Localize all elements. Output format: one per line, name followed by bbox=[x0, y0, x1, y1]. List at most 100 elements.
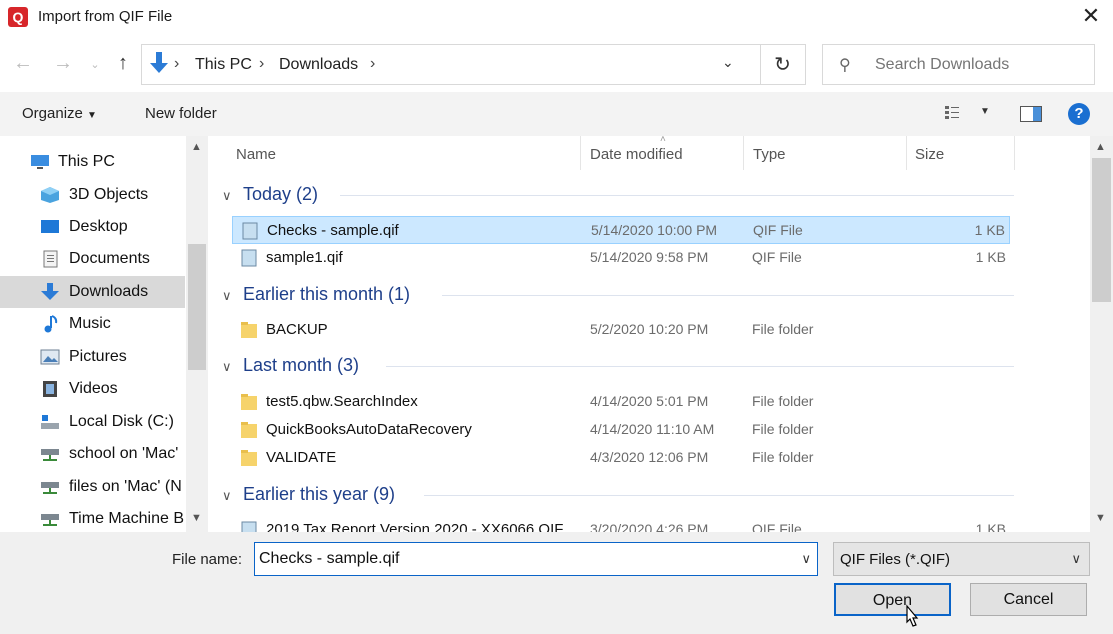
group-divider bbox=[340, 195, 1014, 196]
view-options-chevron-icon[interactable]: ▼ bbox=[980, 106, 990, 117]
sort-indicator-icon: ˄ bbox=[660, 136, 666, 145]
search-icon: ⚲ bbox=[839, 57, 851, 74]
sidebar-item-label: Local Disk (C:) bbox=[69, 413, 174, 430]
group-header-last-month[interactable]: Last month (3) bbox=[243, 355, 359, 376]
file-list: Name ˄ Date modified Type Size ∨ Today (… bbox=[208, 136, 1090, 532]
group-collapse-chevron-icon[interactable]: ∨ bbox=[222, 188, 232, 204]
change-view-icon[interactable] bbox=[944, 104, 970, 122]
file-size: 1 KB bbox=[974, 222, 1005, 238]
address-bar[interactable]: › This PC › Downloads › ⌄ bbox=[141, 44, 761, 85]
preview-pane-icon[interactable] bbox=[1020, 106, 1042, 122]
group-collapse-chevron-icon[interactable]: ∨ bbox=[222, 488, 232, 504]
file-row[interactable]: 2019 Tax Report Version 2020 - XX6066.QI… bbox=[232, 516, 1010, 532]
group-header-today[interactable]: Today (2) bbox=[243, 184, 318, 205]
forward-arrow-icon[interactable]: → bbox=[52, 52, 74, 75]
file-type: QIF File bbox=[753, 222, 803, 238]
sidebar-item-downloads[interactable]: Downloads bbox=[0, 276, 185, 308]
qif-file-icon bbox=[241, 249, 257, 267]
file-name-label: File name: bbox=[172, 551, 243, 568]
group-collapse-chevron-icon[interactable]: ∨ bbox=[222, 359, 232, 375]
address-dropdown-icon[interactable]: ⌄ bbox=[722, 54, 734, 71]
help-icon[interactable]: ? bbox=[1068, 103, 1090, 125]
sidebar-item-label: This PC bbox=[58, 153, 115, 170]
column-header-type[interactable]: Type bbox=[753, 146, 786, 163]
search-input[interactable] bbox=[875, 56, 1085, 74]
sidebar-item-local-disk[interactable]: Local Disk (C:) bbox=[0, 406, 185, 438]
file-row[interactable]: QuickBooksAutoDataRecovery 4/14/2020 11:… bbox=[232, 416, 1010, 444]
file-date: 3/20/2020 4:26 PM bbox=[590, 521, 709, 532]
group-header-earlier-this-month[interactable]: Earlier this month (1) bbox=[243, 284, 410, 305]
file-date: 4/3/2020 12:06 PM bbox=[590, 449, 709, 465]
column-divider[interactable] bbox=[580, 136, 581, 170]
sidebar-item-pictures[interactable]: Pictures bbox=[0, 341, 185, 373]
folder-icon bbox=[241, 394, 257, 410]
chevron-down-icon[interactable]: ∨ bbox=[801, 551, 811, 567]
recent-locations-chevron-icon[interactable]: ⌄ bbox=[84, 58, 106, 71]
sidebar-item-desktop[interactable]: Desktop bbox=[0, 211, 185, 243]
file-name: BACKUP bbox=[266, 321, 328, 338]
window-title: Import from QIF File bbox=[38, 8, 173, 25]
new-folder-button[interactable]: New folder bbox=[145, 105, 217, 122]
file-row[interactable]: sample1.qif 5/14/2020 9:58 PM QIF File 1… bbox=[232, 244, 1010, 272]
sidebar-item-time-machine[interactable]: Time Machine B bbox=[0, 503, 185, 532]
file-row[interactable]: BACKUP 5/2/2020 10:20 PM File folder bbox=[232, 316, 1010, 344]
breadcrumb-this-pc[interactable]: This PC bbox=[195, 56, 252, 74]
open-button[interactable]: Open bbox=[834, 583, 951, 616]
sidebar-item-videos[interactable]: Videos bbox=[0, 373, 185, 405]
up-arrow-icon[interactable]: ↑ bbox=[112, 52, 134, 75]
file-name: Checks - sample.qif bbox=[267, 222, 399, 239]
file-row[interactable]: VALIDATE 4/3/2020 12:06 PM File folder bbox=[232, 444, 1010, 472]
column-header-name[interactable]: Name bbox=[236, 146, 276, 163]
sidebar-item-label: Videos bbox=[69, 380, 118, 397]
group-header-earlier-this-year[interactable]: Earlier this year (9) bbox=[243, 484, 395, 505]
refresh-button[interactable]: ↻ bbox=[760, 44, 806, 85]
sidebar-item-label: Music bbox=[69, 315, 111, 332]
file-name: sample1.qif bbox=[266, 249, 343, 266]
column-divider[interactable] bbox=[743, 136, 744, 170]
column-divider[interactable] bbox=[1014, 136, 1015, 170]
group-divider bbox=[386, 366, 1014, 367]
quicken-app-icon: Q bbox=[8, 7, 28, 27]
breadcrumb-separator[interactable]: › bbox=[370, 55, 375, 73]
file-row[interactable]: test5.qbw.SearchIndex 4/14/2020 5:01 PM … bbox=[232, 388, 1010, 416]
file-type-select[interactable]: QIF Files (*.QIF) ∨ bbox=[833, 542, 1090, 576]
close-button[interactable]: ✕ bbox=[1078, 2, 1104, 30]
navigation-scrollbar-thumb[interactable] bbox=[188, 244, 206, 370]
search-box[interactable]: ⚲ bbox=[822, 44, 1095, 85]
column-header-size[interactable]: Size bbox=[915, 146, 944, 163]
sidebar-item-music[interactable]: Music bbox=[0, 308, 185, 340]
file-name-combobox[interactable]: ∨ bbox=[254, 542, 818, 576]
file-type-label: QIF Files (*.QIF) bbox=[840, 551, 950, 568]
group-collapse-chevron-icon[interactable]: ∨ bbox=[222, 288, 232, 304]
cancel-button[interactable]: Cancel bbox=[970, 583, 1087, 616]
file-name-input[interactable] bbox=[259, 550, 779, 568]
folder-icon bbox=[241, 422, 257, 438]
file-type: File folder bbox=[752, 393, 814, 409]
sidebar-item-label: Time Machine B bbox=[69, 510, 184, 527]
group-divider bbox=[442, 295, 1014, 296]
sidebar-item-this-pc[interactable]: This PC bbox=[0, 146, 185, 178]
scroll-up-icon[interactable]: ▲ bbox=[1095, 141, 1106, 153]
scroll-down-icon[interactable]: ▼ bbox=[1095, 512, 1106, 524]
sidebar-item-school-mac[interactable]: school on 'Mac' bbox=[0, 438, 185, 470]
file-list-scrollbar-thumb[interactable] bbox=[1092, 158, 1111, 302]
sidebar-item-documents[interactable]: Documents bbox=[0, 243, 185, 275]
back-arrow-icon[interactable]: ← bbox=[12, 52, 34, 75]
file-row[interactable]: Checks - sample.qif 5/14/2020 10:00 PM Q… bbox=[232, 216, 1010, 244]
qif-file-icon bbox=[241, 521, 257, 532]
breadcrumb-downloads[interactable]: Downloads bbox=[279, 56, 358, 74]
file-name: test5.qbw.SearchIndex bbox=[266, 393, 418, 410]
file-type: File folder bbox=[752, 449, 814, 465]
qif-file-icon bbox=[242, 222, 258, 240]
sidebar-item-label: school on 'Mac' bbox=[69, 445, 179, 462]
file-size: 1 KB bbox=[975, 521, 1006, 532]
organize-menu[interactable]: Organize ▼ bbox=[22, 105, 97, 122]
sidebar-item-files-mac[interactable]: files on 'Mac' (N bbox=[0, 471, 185, 503]
column-header-date[interactable]: Date modified bbox=[590, 146, 683, 163]
scroll-down-icon[interactable]: ▼ bbox=[191, 512, 202, 524]
column-divider[interactable] bbox=[906, 136, 907, 170]
sidebar-item-3d-objects[interactable]: 3D Objects bbox=[0, 179, 185, 211]
navigation-pane: This PC 3D Objects Desktop Documents Dow… bbox=[0, 136, 208, 532]
documents-icon bbox=[43, 250, 58, 268]
scroll-up-icon[interactable]: ▲ bbox=[191, 141, 202, 153]
